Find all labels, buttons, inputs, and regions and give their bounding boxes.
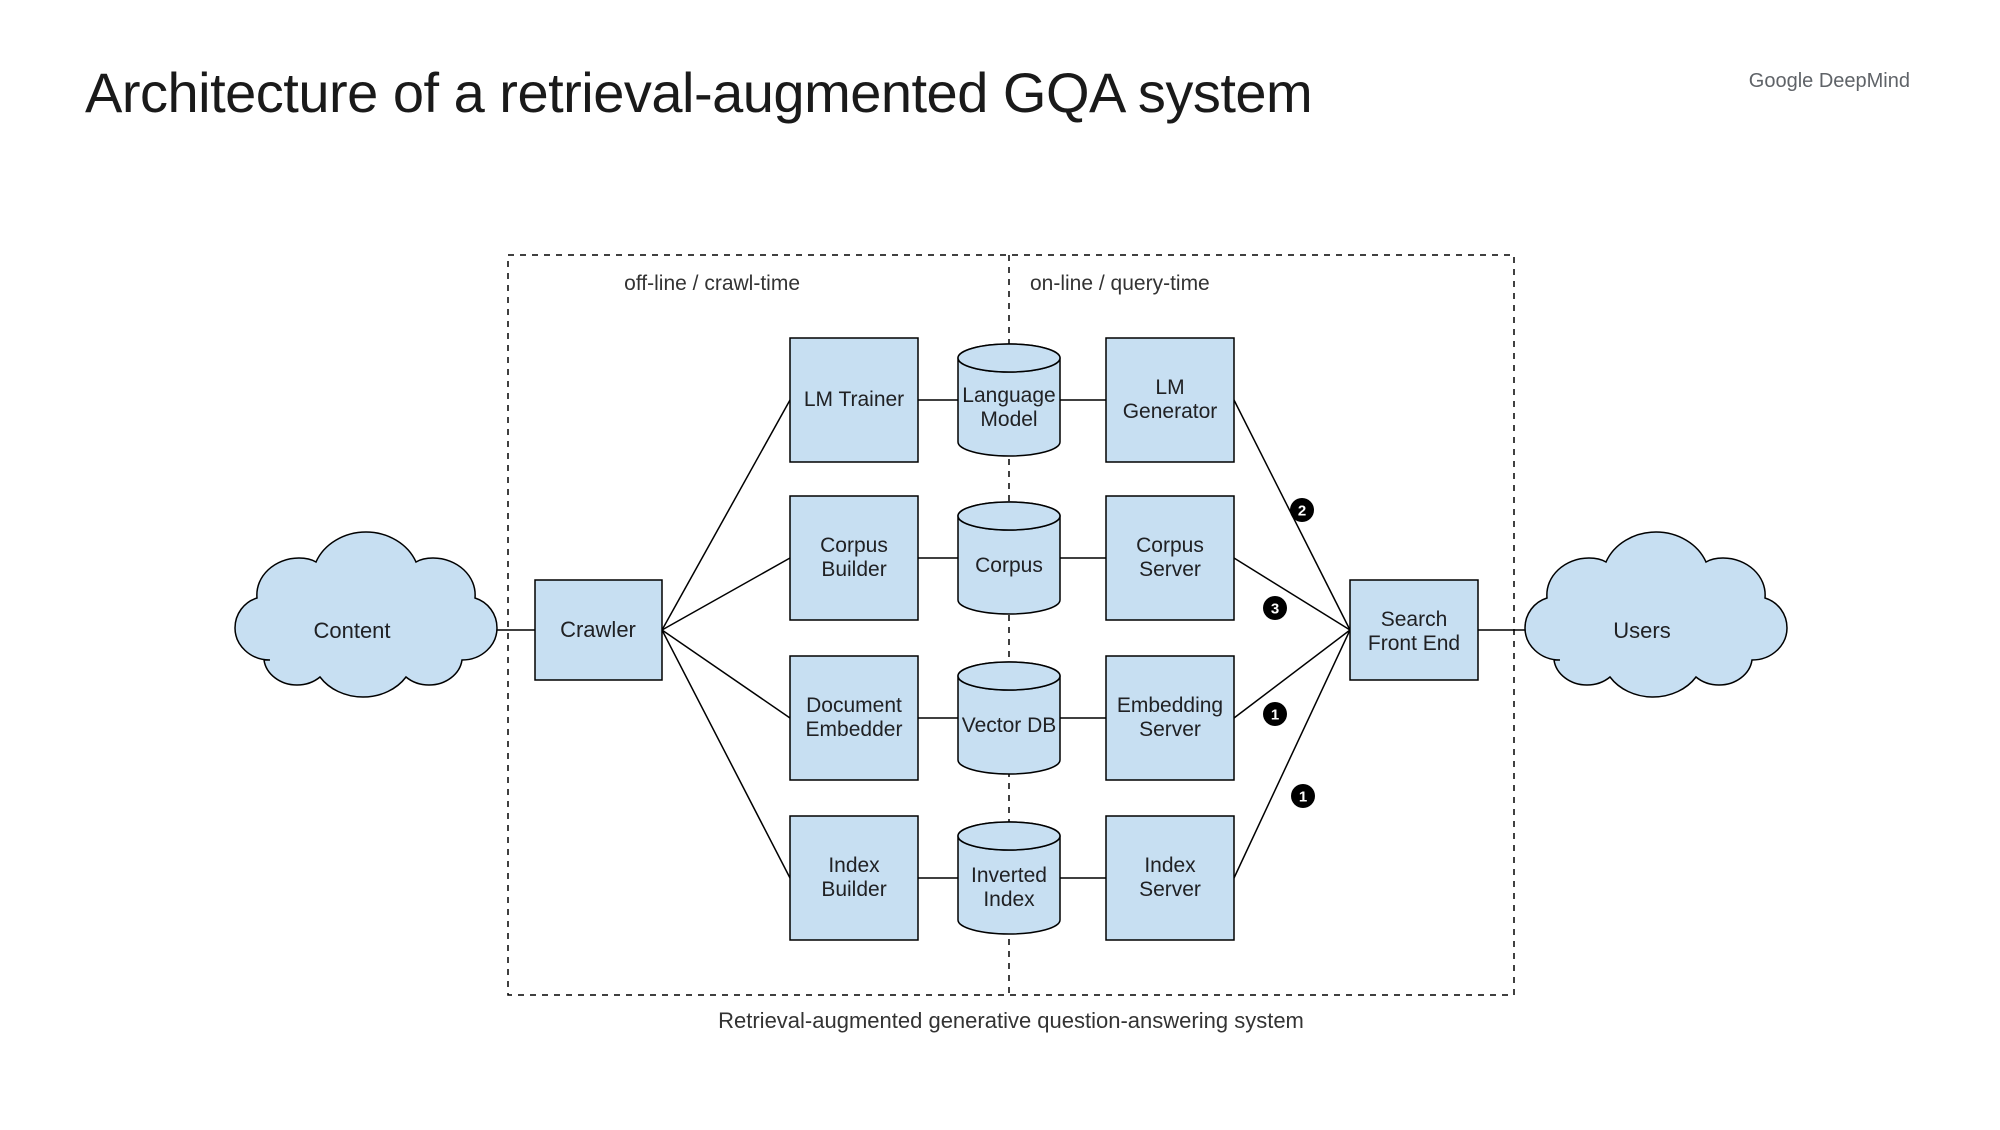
step-bullet-2: 2 <box>1290 498 1314 522</box>
users-node <box>1525 532 1787 697</box>
edge-indexserver-frontend <box>1234 630 1350 878</box>
corpus-server-label-1: Corpus <box>1136 534 1204 557</box>
edge-crawler-docembedder <box>662 630 790 718</box>
corpus-builder-label-2: Builder <box>821 558 886 581</box>
svg-text:1: 1 <box>1299 789 1307 806</box>
lm-trainer-label: LM Trainer <box>804 388 904 411</box>
edge-embeddingserver-frontend <box>1234 630 1350 718</box>
lm-generator-label-2: Generator <box>1123 400 1218 423</box>
edge-crawler-lmtrainer <box>662 400 790 630</box>
corpus-builder-label-1: Corpus <box>820 534 888 557</box>
svg-text:2: 2 <box>1298 503 1306 520</box>
inverted-index-label-2: Index <box>983 888 1035 911</box>
zone-online-label: on-line / query-time <box>1030 272 1210 295</box>
vector-db-label: Vector DB <box>962 714 1057 737</box>
language-model-label-2: Model <box>980 408 1037 431</box>
step-bullet-3: 3 <box>1263 596 1287 620</box>
index-builder-label-1: Index <box>828 854 880 877</box>
content-node <box>235 532 497 697</box>
svg-text:3: 3 <box>1271 601 1279 618</box>
inverted-index-label-1: Inverted <box>971 864 1047 887</box>
index-builder-label-2: Builder <box>821 878 886 901</box>
embedding-server-label-1: Embedding <box>1117 694 1223 717</box>
document-embedder-label-2: Embedder <box>806 718 903 741</box>
system-caption: Retrieval-augmented generative question-… <box>718 1008 1304 1033</box>
edge-crawler-indexbuilder <box>662 630 790 878</box>
svg-text:1: 1 <box>1271 707 1279 724</box>
lm-generator-label-1: LM <box>1155 376 1184 399</box>
embedding-server-label-2: Server <box>1139 718 1201 741</box>
language-model-label-1: Language <box>962 384 1055 407</box>
users-label: Users <box>1613 618 1670 643</box>
document-embedder-label-1: Document <box>806 694 902 717</box>
diagram-canvas: off-line / crawl-time on-line / query-ti… <box>0 0 2000 1130</box>
corpus-server-label-2: Server <box>1139 558 1201 581</box>
search-frontend-label-1: Search <box>1381 608 1448 631</box>
index-server-label-2: Server <box>1139 878 1201 901</box>
step-bullet-1b: 1 <box>1291 784 1315 808</box>
crawler-label: Crawler <box>560 617 636 642</box>
corpus-label: Corpus <box>975 554 1043 577</box>
index-server-label-1: Index <box>1144 854 1196 877</box>
search-frontend-label-2: Front End <box>1368 632 1460 655</box>
zone-offline-label: off-line / crawl-time <box>624 272 800 295</box>
step-bullet-1a: 1 <box>1263 702 1287 726</box>
content-label: Content <box>313 618 390 643</box>
